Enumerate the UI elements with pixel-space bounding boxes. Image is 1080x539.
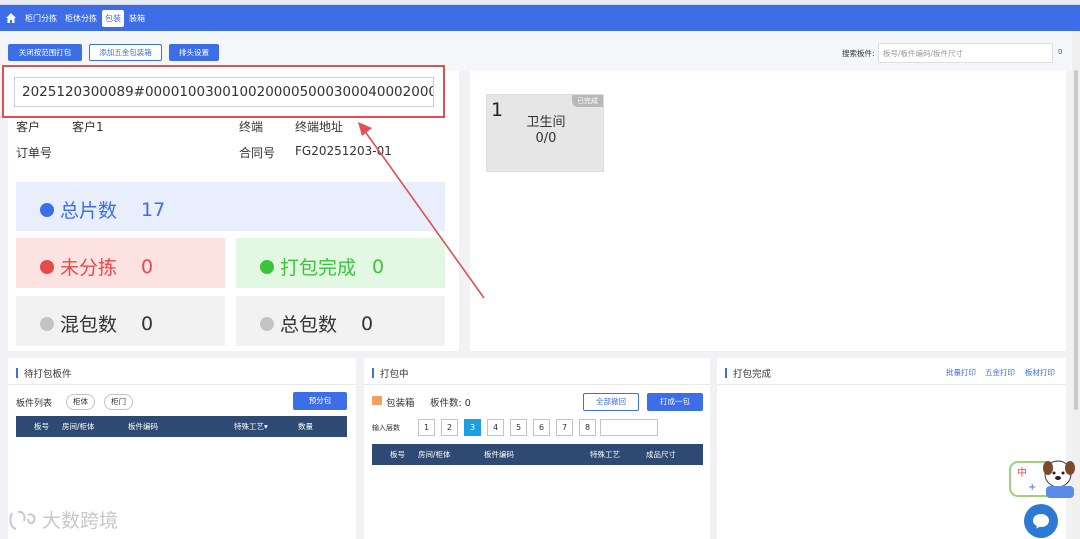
contract-label: 合同号 <box>239 146 276 160</box>
chat-button[interactable] <box>1024 504 1058 538</box>
packing-title: 打包中 <box>372 366 409 380</box>
packing-table-header: 板号 房间/柜体 板件编码 特殊工艺 成品尺寸 <box>372 444 703 465</box>
total-packs-stat: 总包数 0 <box>260 310 373 337</box>
blue-dot-icon <box>40 202 54 217</box>
terminal-value: 终端地址 <box>295 120 344 134</box>
search-input[interactable] <box>878 43 1053 63</box>
search-label: 搜索板件: <box>842 49 875 58</box>
box-icon <box>372 396 382 405</box>
mixed-value: 0 <box>141 312 154 335</box>
layer-5[interactable]: 5 <box>510 419 527 436</box>
order-no-label: 订单号 <box>16 146 53 160</box>
room-count: 0/0 <box>535 131 557 146</box>
customer-label: 客户 <box>16 120 41 134</box>
unsorted-stat: 未分拣 0 <box>40 253 153 280</box>
tab-door-sorting[interactable]: 柜门分拣 <box>22 10 60 27</box>
col-code: 板件编码 <box>128 422 158 431</box>
mixed-stat: 混包数 0 <box>40 310 153 337</box>
revoke-all-button[interactable]: 全部撤回 <box>583 393 639 411</box>
nav-bar: 柜门分拣 柜体分拣 包装 装箱 <box>0 5 1080 31</box>
pre-split-button[interactable]: 预分包 <box>293 392 347 410</box>
room-card[interactable]: 已完成 1 卫生间 0/0 <box>486 94 604 172</box>
col-board-no: 板号 <box>390 450 405 459</box>
unsorted-label: 未分拣 <box>60 257 118 279</box>
total-packs-value: 0 <box>361 312 374 335</box>
scan-highlight-box: 2025120300089#00001003001002000050003000… <box>2 65 445 118</box>
total-pieces-stat: 总片数 17 <box>40 196 165 223</box>
svg-text:中: 中 <box>1017 466 1027 479</box>
total-packs-label: 总包数 <box>280 314 338 336</box>
layer-input[interactable] <box>600 419 658 436</box>
packed-value: 0 <box>372 255 385 278</box>
mixed-label: 混包数 <box>60 314 118 336</box>
batch-print-link[interactable]: 批量打印 <box>946 367 976 378</box>
customer-value: 客户1 <box>72 120 104 134</box>
room-name: 卫生间 <box>526 115 566 130</box>
layer-1[interactable]: 1 <box>418 419 435 436</box>
pending-title: 待打包板件 <box>16 366 72 380</box>
sort-settings-button[interactable]: 排头设置 <box>169 44 219 61</box>
board-list-label: 板件列表 <box>16 399 53 409</box>
home-icon[interactable] <box>4 11 18 25</box>
col-size: 成品尺寸 <box>646 450 676 459</box>
layer-6[interactable]: 6 <box>533 419 550 436</box>
watermark: 大数跨境 <box>8 506 118 533</box>
col-room: 房间/柜体 <box>62 422 95 431</box>
search-count: 0 <box>1058 48 1063 56</box>
layer-8[interactable]: 8 <box>579 419 596 436</box>
gray-dot-icon <box>260 316 274 331</box>
svg-text:+: + <box>1028 482 1036 493</box>
board-print-link[interactable]: 板材打印 <box>1025 367 1055 378</box>
gray-dot-icon <box>40 316 54 331</box>
status-badge: 已完成 <box>572 95 603 107</box>
layer-4[interactable]: 4 <box>487 419 504 436</box>
mascot-icon[interactable]: 中 + <box>1008 456 1080 500</box>
done-title: 打包完成 <box>725 366 771 380</box>
packed-label: 打包完成 <box>280 257 357 279</box>
pending-table-header: 板号 房间/柜体 板件编码 特殊工艺▾ 数量 <box>16 416 347 437</box>
close-range-pack-button[interactable]: 关闭按范围打包 <box>8 44 82 61</box>
done-panel <box>717 358 1066 539</box>
col-qty: 数量 <box>298 422 313 431</box>
layer-2[interactable]: 2 <box>441 419 458 436</box>
unsorted-value: 0 <box>141 255 154 278</box>
filter-body[interactable]: 柜体 <box>66 394 95 410</box>
hardware-print-link[interactable]: 五金打印 <box>985 367 1015 378</box>
chat-icon <box>1033 514 1049 529</box>
pack-one-button[interactable]: 打成一包 <box>647 393 703 411</box>
layer-label: 输入层数 <box>372 424 400 432</box>
red-dot-icon <box>40 259 54 274</box>
contract-value: FG20251203-01 <box>295 144 392 158</box>
filter-door[interactable]: 柜门 <box>104 394 133 410</box>
total-pieces-label: 总片数 <box>60 200 118 222</box>
tab-boxing[interactable]: 装箱 <box>126 10 148 27</box>
piece-count: 板件数: 0 <box>430 398 471 409</box>
scrollbar-thumb[interactable] <box>1074 70 1078 410</box>
col-special: 特殊工艺 <box>590 450 620 459</box>
watermark-text: 大数跨境 <box>42 510 119 532</box>
watermark-logo-icon <box>9 510 36 530</box>
packed-stat: 打包完成 0 <box>260 253 384 280</box>
col-room: 房间/柜体 <box>418 450 451 459</box>
scan-input[interactable]: 2025120300089#00001003001002000050003000… <box>14 77 434 107</box>
layer-7[interactable]: 7 <box>556 419 573 436</box>
green-dot-icon <box>260 259 274 274</box>
layer-3[interactable]: 3 <box>464 419 481 436</box>
total-pieces-value: 17 <box>141 198 166 221</box>
box-label: 包装箱 <box>386 398 415 409</box>
terminal-label: 终端 <box>239 120 264 134</box>
tab-body-sorting[interactable]: 柜体分拣 <box>62 10 100 27</box>
col-board-no: 板号 <box>34 422 49 431</box>
tab-packing[interactable]: 包装 <box>102 9 124 27</box>
col-code: 板件编码 <box>484 450 514 459</box>
add-hardware-box-button[interactable]: 添加五金包装箱 <box>89 44 162 61</box>
col-special[interactable]: 特殊工艺▾ <box>234 421 268 432</box>
